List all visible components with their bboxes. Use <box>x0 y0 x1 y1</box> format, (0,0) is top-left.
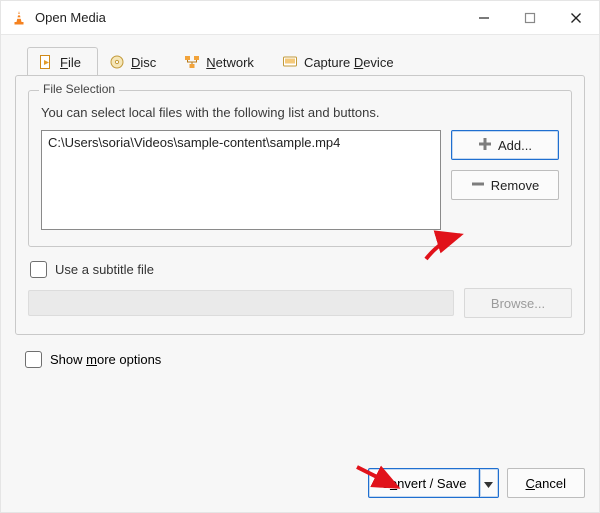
remove-file-button[interactable]: Remove <box>451 170 559 200</box>
tab-capture-label: Capture Device <box>304 55 394 70</box>
tab-capture-device[interactable]: Capture Device <box>271 47 411 76</box>
file-selection-legend: File Selection <box>39 82 119 96</box>
vlc-cone-icon <box>11 10 27 26</box>
show-more-options-row: Show more options <box>25 351 585 368</box>
capture-device-icon <box>282 54 298 70</box>
browse-subtitle-label: Browse... <box>491 296 545 311</box>
use-subtitle-label: Use a subtitle file <box>55 262 154 277</box>
open-media-dialog: Open Media File Disc <box>0 0 600 513</box>
close-button[interactable] <box>553 1 599 35</box>
tab-network-label: Network <box>206 55 254 70</box>
convert-save-split-button: Convert / Save <box>368 468 499 498</box>
window-title: Open Media <box>35 10 106 25</box>
convert-save-label: Convert / Save <box>381 476 467 491</box>
tab-bar: File Disc Network Capture Device <box>15 47 585 76</box>
minus-icon <box>471 177 485 194</box>
minimize-button[interactable] <box>461 1 507 35</box>
tab-file[interactable]: File <box>27 47 98 76</box>
dialog-action-bar: Convert / Save Cancel <box>1 468 599 512</box>
network-icon <box>184 54 200 70</box>
file-tab-panel: File Selection You can select local file… <box>15 75 585 335</box>
file-icon <box>38 54 54 70</box>
subtitle-path-field <box>28 290 454 316</box>
file-selection-hint: You can select local files with the foll… <box>41 105 559 120</box>
file-selection-group: File Selection You can select local file… <box>28 90 572 247</box>
cancel-label: Cancel <box>526 476 566 491</box>
add-file-button[interactable]: Add... <box>451 130 559 160</box>
file-list-item[interactable]: C:\Users\soria\Videos\sample-content\sam… <box>48 135 434 150</box>
add-file-label: Add... <box>498 138 532 153</box>
content-area: File Disc Network Capture Device <box>1 35 599 468</box>
maximize-button[interactable] <box>507 1 553 35</box>
chevron-down-icon <box>484 476 493 491</box>
show-more-options-label: Show more options <box>50 352 161 367</box>
file-list[interactable]: C:\Users\soria\Videos\sample-content\sam… <box>41 130 441 230</box>
titlebar: Open Media <box>1 1 599 35</box>
tab-file-label: File <box>60 55 81 70</box>
use-subtitle-row: Use a subtitle file <box>30 261 572 278</box>
disc-icon <box>109 54 125 70</box>
convert-save-button[interactable]: Convert / Save <box>368 468 479 498</box>
tab-disc-label: Disc <box>131 55 156 70</box>
tab-network[interactable]: Network <box>173 47 271 76</box>
plus-icon <box>478 137 492 154</box>
convert-save-dropdown-button[interactable] <box>479 468 499 498</box>
cancel-button[interactable]: Cancel <box>507 468 585 498</box>
tab-disc[interactable]: Disc <box>98 47 173 76</box>
browse-subtitle-button: Browse... <box>464 288 572 318</box>
show-more-options-checkbox[interactable] <box>25 351 42 368</box>
use-subtitle-checkbox[interactable] <box>30 261 47 278</box>
remove-file-label: Remove <box>491 178 539 193</box>
